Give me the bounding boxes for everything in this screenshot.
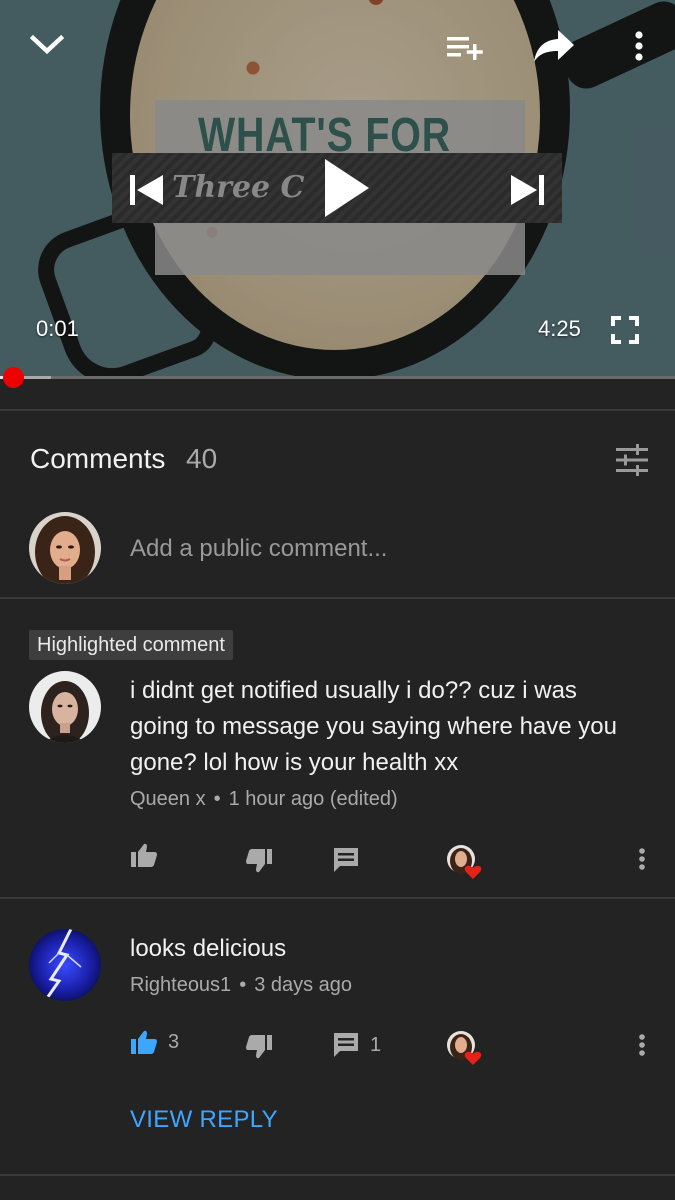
reply-button[interactable]: 1 (332, 1031, 381, 1059)
fullscreen-icon[interactable] (606, 312, 644, 348)
thumbs-down-icon (246, 849, 272, 873)
thumbs-up-icon (131, 1030, 157, 1054)
comment-line: looks delicious (130, 935, 287, 962)
progress-bar[interactable] (0, 367, 675, 388)
commenter-avatar[interactable] (29, 929, 101, 1001)
comment-line: i didnt get notified usually i do?? cuz … (130, 677, 577, 704)
commenter-avatar[interactable] (29, 671, 101, 743)
separator-dot: • (239, 974, 247, 996)
previous-icon[interactable] (124, 168, 168, 212)
share-icon[interactable] (530, 25, 578, 67)
comment-time: 1 hour ago (edited) (228, 788, 398, 810)
user-avatar[interactable] (29, 512, 101, 584)
add-comment-input[interactable]: Add a public comment... (130, 535, 387, 563)
comment-time: 3 days ago (254, 974, 353, 996)
add-to-queue-icon[interactable] (442, 28, 488, 66)
thumbs-down-icon (246, 1035, 272, 1059)
comment-body: i didnt get notified usually i do?? cuz … (130, 673, 650, 781)
comment-line: gone? lol how is your health xx (130, 749, 459, 776)
next-icon[interactable] (506, 168, 550, 212)
dislike-button[interactable] (245, 848, 273, 874)
separator-dot: • (213, 788, 221, 810)
video-player[interactable]: WHAT'S FOR Three C 0:01 4:25 (0, 0, 675, 378)
comment-body: looks delicious (130, 931, 650, 967)
comment-author[interactable]: Righteous1 (130, 974, 231, 996)
sort-comments-icon[interactable] (610, 440, 654, 480)
thumbs-up-icon (131, 843, 157, 867)
like-button[interactable] (130, 842, 158, 868)
divider (0, 897, 675, 899)
view-reply-button[interactable]: VIEW REPLY (130, 1106, 278, 1134)
highlighted-comment-badge: Highlighted comment (29, 630, 233, 660)
comment-meta: Righteous1 • 3 days ago (130, 974, 352, 997)
duration: 4:25 (538, 316, 581, 341)
comment-meta: Queen x • 1 hour ago (edited) (130, 788, 398, 811)
creator-heart-icon (446, 844, 482, 880)
reply-count: 1 (370, 1033, 382, 1056)
current-time: 0:01 (36, 316, 79, 341)
creator-heart-icon (446, 1030, 482, 1066)
reply-comment-icon (334, 1033, 358, 1057)
comment-line: going to message you saying where have y… (130, 713, 617, 740)
scrubber-handle[interactable] (3, 367, 24, 388)
comment-menu-icon[interactable] (632, 844, 652, 874)
like-button[interactable]: 3 (130, 1029, 179, 1055)
dislike-button[interactable] (245, 1034, 273, 1060)
reply-button[interactable] (332, 846, 360, 874)
comment-menu-icon[interactable] (632, 1030, 652, 1060)
divider (0, 409, 675, 411)
comment-author[interactable]: Queen x (130, 788, 206, 810)
more-options-icon[interactable] (624, 26, 654, 66)
play-icon[interactable] (310, 150, 380, 226)
comments-title: Comments (30, 443, 166, 474)
like-count: 3 (168, 1030, 180, 1053)
divider (0, 597, 675, 599)
minimize-chevron-icon[interactable] (22, 22, 72, 68)
comments-count: 40 (186, 443, 218, 474)
divider (0, 1174, 675, 1176)
reply-comment-icon (334, 848, 358, 872)
